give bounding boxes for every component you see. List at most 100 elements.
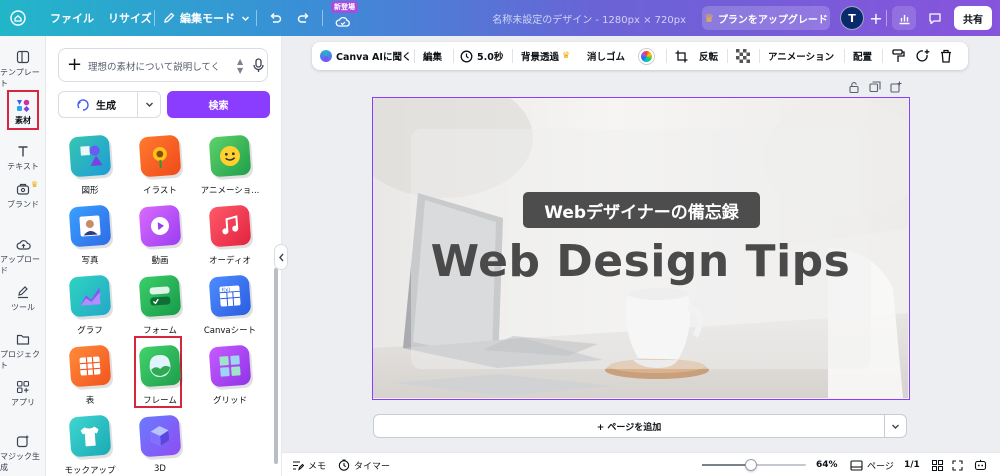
design-page[interactable]: Webデザイナーの備忘録 Web Design Tips: [372, 97, 910, 400]
tile-photos[interactable]: 写真: [60, 204, 120, 266]
chevron-down-icon[interactable]: [137, 92, 161, 117]
add-page-icon[interactable]: [890, 81, 902, 93]
tile-mockups[interactable]: モックアップ: [60, 414, 120, 476]
magic-icon: [16, 434, 30, 448]
canva-ai-button[interactable]: Canva AIに聞く: [320, 42, 411, 70]
duplicate-icon[interactable]: [869, 81, 881, 93]
divider: [256, 10, 257, 26]
flip-button[interactable]: 反転: [699, 42, 718, 70]
tile-shapes[interactable]: 図形: [60, 134, 120, 196]
notes-label: メモ: [308, 461, 327, 472]
home-icon[interactable]: [10, 0, 26, 36]
divider: [882, 49, 883, 63]
tile-videos[interactable]: 動画: [130, 204, 190, 266]
file-menu[interactable]: ファイル: [50, 0, 94, 36]
tile-charts[interactable]: グラフ: [60, 274, 120, 336]
generate-button[interactable]: 生成: [58, 91, 161, 118]
microphone-icon[interactable]: [253, 58, 264, 73]
edit-mode-dropdown[interactable]: 編集モード: [163, 0, 250, 36]
tile-label: グリッド: [212, 396, 247, 406]
divider: [512, 49, 513, 63]
subtitle-text[interactable]: Webデザイナーの備忘録: [523, 192, 760, 228]
divider: [759, 49, 760, 63]
tile-audio[interactable]: オーディオ: [200, 204, 260, 266]
tile-forms[interactable]: フォーム: [130, 274, 190, 336]
timer-button[interactable]: タイマー: [338, 453, 390, 476]
paint-roller-icon[interactable]: [892, 42, 905, 70]
undo-icon[interactable]: [268, 0, 283, 36]
rail-item-magic[interactable]: マジック生成: [0, 434, 46, 473]
search-button[interactable]: 検索: [167, 91, 270, 118]
crown-icon: ♛: [31, 180, 39, 189]
edit-button[interactable]: 編集: [423, 42, 442, 70]
help-assistant-icon[interactable]: [974, 453, 987, 476]
tile-3d[interactable]: 3D: [130, 414, 190, 474]
rail-label: テキスト: [7, 162, 39, 171]
bg-remove-label: 背景透過: [521, 52, 560, 63]
tile-label: Canvaシート: [203, 326, 257, 336]
duration-button[interactable]: 5.0秒: [460, 42, 503, 70]
expand-icon[interactable]: ▲ ▼: [237, 57, 243, 75]
zoom-slider-handle[interactable]: [744, 459, 757, 471]
rail-label: 素材: [15, 116, 31, 125]
zoom-slider-fill: [702, 464, 751, 466]
pages-button[interactable]: ページ: [850, 453, 894, 476]
rail-item-text[interactable]: テキスト: [0, 144, 46, 172]
tile-animations[interactable]: アニメーショ...: [200, 134, 260, 196]
eraser-button[interactable]: 消しゴム: [587, 42, 625, 70]
bg-remove-button[interactable]: 背景透過 ♛: [521, 42, 570, 70]
document-title[interactable]: 名称未設定のデザイン - 1280px × 720px: [490, 0, 686, 36]
zoom-value[interactable]: 64%: [816, 453, 838, 476]
share-button[interactable]: 共有: [954, 6, 992, 30]
canva-ai-label: Canva AIに聞く: [336, 52, 412, 63]
rail-item-projects[interactable]: プロジェクト: [0, 333, 46, 371]
rail-item-elements[interactable]: 素材: [0, 98, 46, 126]
element-search-input[interactable]: + 理想の素材について説明してく ▲ ▼: [58, 48, 268, 82]
table-icon: [68, 344, 112, 388]
tile-frames[interactable]: フレーム: [130, 344, 190, 406]
tile-canva-sheets[interactable]: f(x) Canvaシート: [200, 274, 260, 336]
rail-item-tools[interactable]: ツール: [0, 285, 46, 313]
rail-item-templates[interactable]: テンプレート: [0, 50, 46, 89]
tile-grids[interactable]: グリッド: [200, 344, 260, 406]
tile-tables[interactable]: 表: [60, 344, 120, 406]
fullscreen-icon[interactable]: [952, 453, 963, 476]
tile-label: 動画: [151, 256, 169, 266]
cloud-save-icon[interactable]: [335, 4, 351, 40]
insights-icon[interactable]: [892, 6, 916, 30]
rail-item-uploads[interactable]: アップロード: [0, 238, 46, 276]
animation-button[interactable]: アニメーション: [768, 42, 834, 70]
comment-icon[interactable]: [923, 6, 947, 30]
tile-label: イラスト: [143, 186, 177, 196]
color-picker[interactable]: [639, 42, 654, 70]
plus-icon[interactable]: +: [67, 56, 82, 74]
trash-icon[interactable]: [940, 42, 952, 70]
main-heading-text[interactable]: Web Design Tips: [393, 236, 888, 287]
comment-add-icon[interactable]: [916, 42, 930, 70]
grid-view-icon[interactable]: [932, 453, 943, 476]
collapse-panel-button[interactable]: [274, 244, 288, 270]
crop-icon[interactable]: [675, 42, 688, 70]
add-page-button[interactable]: + ページを追加: [373, 414, 885, 438]
form-icon: [138, 274, 182, 318]
folder-icon: [16, 334, 30, 345]
tile-illustrations[interactable]: イラスト: [130, 134, 190, 196]
rail-label: ブランド: [7, 200, 39, 209]
upgrade-button[interactable]: ♛ プランをアップグレード: [702, 6, 830, 30]
text-icon: [18, 146, 28, 157]
rail-item-apps[interactable]: アプリ: [0, 380, 46, 408]
zoom-slider[interactable]: [702, 459, 806, 471]
lock-icon[interactable]: [848, 81, 860, 93]
panel-scrollbar[interactable]: [274, 268, 278, 464]
arrange-button[interactable]: 配置: [853, 42, 872, 70]
resize-menu[interactable]: リサイズ: [108, 0, 152, 36]
chevron-down-icon[interactable]: [885, 414, 907, 438]
notes-button[interactable]: メモ: [292, 453, 326, 476]
rail-item-brand[interactable]: ♛ ブランド: [0, 180, 46, 210]
avatar[interactable]: T: [840, 6, 864, 30]
redo-icon[interactable]: [296, 0, 311, 36]
divider: [414, 49, 415, 63]
add-collaborator-icon[interactable]: +: [864, 6, 888, 30]
transparency-icon[interactable]: [736, 42, 750, 70]
layout-icon: [16, 50, 30, 64]
